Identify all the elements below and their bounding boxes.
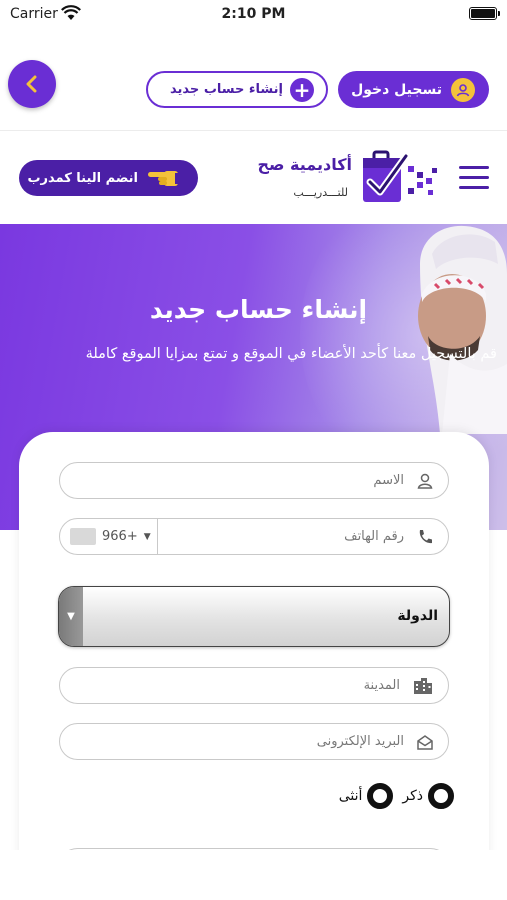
caret-down-icon: ▼ xyxy=(59,587,83,646)
gender-female-label: أنثى xyxy=(338,788,363,804)
phone-input[interactable] xyxy=(204,529,404,544)
building-icon xyxy=(414,677,432,694)
plus-icon: + xyxy=(290,77,314,102)
radio-male[interactable] xyxy=(428,783,454,809)
academy-logo xyxy=(363,150,437,202)
login-button-label: تسجيل دخول xyxy=(351,81,442,98)
join-as-trainer-label: انضم الينا كمدرب xyxy=(27,170,138,186)
chevron-left-icon xyxy=(26,75,37,93)
login-button[interactable]: تسجيل دخول xyxy=(338,71,489,108)
hero-person-image xyxy=(418,225,507,434)
city-input[interactable] xyxy=(150,678,400,693)
menu-icon[interactable] xyxy=(459,166,489,190)
register-button-label: إنشاء حساب جديد xyxy=(170,82,283,97)
hero-subtitle: قم بالتسجيل معنا كأحد الأعضاء في الموقع … xyxy=(85,346,497,362)
envelope-icon xyxy=(417,734,433,750)
status-bar: Carrier 2:10 PM xyxy=(0,0,507,30)
gender-male-label: ذكر xyxy=(402,788,423,804)
country-code: 966+ xyxy=(102,529,138,544)
city-field[interactable] xyxy=(59,667,449,704)
phone-icon xyxy=(419,529,432,543)
phone-field[interactable]: 966+ ▼ xyxy=(59,518,449,555)
brand-name: أكاديمية صح xyxy=(257,155,352,174)
radio-female[interactable] xyxy=(367,783,394,809)
user-icon xyxy=(451,77,475,102)
person-icon xyxy=(417,473,433,489)
hand-pointing-icon xyxy=(148,171,178,186)
back-button[interactable] xyxy=(8,60,56,108)
name-input[interactable] xyxy=(154,473,404,488)
gender-selector: ذكر أنثى xyxy=(330,781,454,811)
flag-icon xyxy=(70,528,96,545)
clock: 2:10 PM xyxy=(221,6,286,22)
caret-down-icon: ▼ xyxy=(143,531,151,542)
bottom-area xyxy=(0,850,507,900)
country-select-label: الدولة xyxy=(397,608,438,624)
email-input[interactable] xyxy=(154,734,404,749)
register-button[interactable]: إنشاء حساب جديد + xyxy=(146,71,328,108)
hero-title: إنشاء حساب جديد xyxy=(149,295,368,324)
country-select[interactable]: ▼ الدولة xyxy=(58,586,450,647)
country-code-selector[interactable]: 966+ ▼ xyxy=(60,519,158,554)
join-as-trainer-button[interactable]: انضم الينا كمدرب xyxy=(19,160,198,196)
brand-subtitle: للتـــدريـــب xyxy=(293,186,348,199)
name-field[interactable] xyxy=(59,462,449,499)
header-divider xyxy=(0,130,507,131)
battery-icon xyxy=(469,7,500,20)
email-field[interactable] xyxy=(59,723,449,760)
